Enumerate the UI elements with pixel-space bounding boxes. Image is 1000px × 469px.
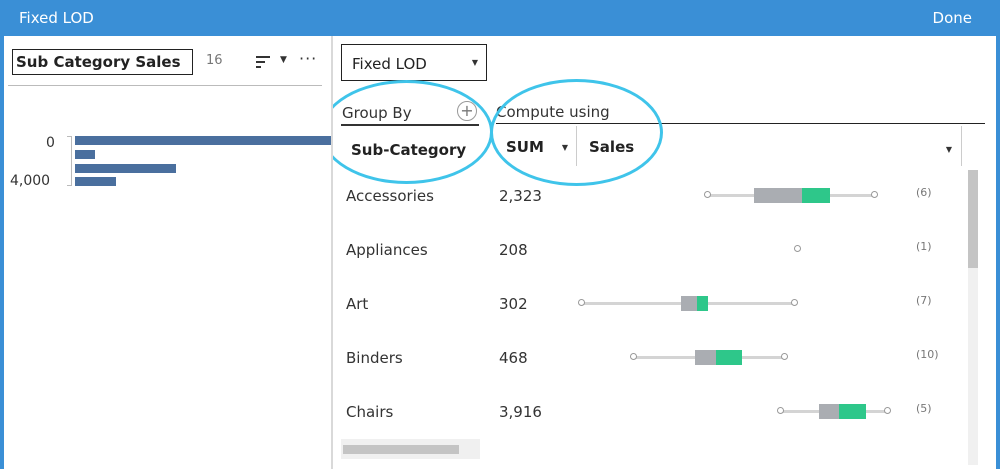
table-row[interactable]: Art 302 (7): [333, 278, 963, 332]
category-cell: Accessories: [346, 187, 434, 205]
compute-using-label: Compute using: [496, 103, 610, 121]
vertical-scrollbar[interactable]: [968, 170, 978, 465]
aggregation-value: SUM: [506, 138, 544, 156]
scrollbar-thumb[interactable]: [343, 445, 459, 454]
dialog-title: Fixed LOD: [19, 9, 94, 27]
sort-dropdown-icon[interactable]: ▼: [280, 55, 287, 65]
box-plot-lower-box: [681, 296, 697, 311]
dropdown-caret-icon: ▼: [945, 145, 952, 154]
group-by-field[interactable]: Sub-Category: [351, 141, 466, 159]
axis-tick: [67, 136, 72, 137]
histogram-tick-label: 4,000: [10, 173, 51, 189]
compute-using-divider: [496, 123, 985, 124]
box-plot-upper-box: [839, 404, 866, 419]
group-by-divider: [341, 124, 479, 126]
value-cell: 208: [499, 241, 528, 259]
box-plot-max-dot: [884, 407, 891, 414]
table-row[interactable]: Accessories 2,323 (6): [333, 170, 963, 224]
sort-icon[interactable]: [256, 56, 270, 69]
add-group-field-icon[interactable]: +: [457, 101, 477, 121]
measure-field-value: Sales: [589, 138, 635, 156]
more-options-icon[interactable]: ···: [299, 49, 317, 68]
box-plot-upper-box: [697, 296, 708, 311]
lod-editor-panel: Fixed LOD ▼ Group By + Sub-Category Comp…: [333, 36, 996, 469]
histogram-tick-label: 0: [46, 135, 55, 151]
row-count: (6): [916, 186, 932, 199]
box-plot-min-dot: [578, 299, 585, 306]
histogram-bar: [75, 150, 95, 159]
row-count: (5): [916, 402, 932, 415]
aggregation-dropdown[interactable]: SUM ▼: [496, 126, 577, 166]
category-cell: Chairs: [346, 403, 394, 421]
done-button[interactable]: Done: [933, 9, 972, 27]
box-plot-max-dot: [791, 299, 798, 306]
box-plot-lower-box: [695, 350, 716, 365]
box-plot-lower-box: [754, 188, 802, 203]
category-cell: Binders: [346, 349, 403, 367]
box-plot-min-dot: [777, 407, 784, 414]
dropdown-caret-icon: ▼: [471, 58, 478, 67]
value-cell: 302: [499, 295, 528, 313]
histogram-axis: [71, 136, 72, 186]
row-count: (7): [916, 294, 932, 307]
scrollbar-thumb[interactable]: [968, 170, 978, 268]
value-cell: 2,323: [499, 187, 542, 205]
histogram-bar: [75, 177, 116, 186]
box-plot-upper-box: [802, 188, 830, 203]
category-cell: Appliances: [346, 241, 428, 259]
value-cell: 3,916: [499, 403, 542, 421]
value-count: 16: [206, 53, 223, 68]
box-plot-min-dot: [630, 353, 637, 360]
box-plot-point: [794, 245, 801, 252]
box-plot-max-dot: [871, 191, 878, 198]
histogram-bar: [75, 164, 176, 173]
highlight-circle: [333, 80, 493, 184]
row-count: (1): [916, 240, 932, 253]
field-name-input[interactable]: [12, 49, 193, 75]
box-plot-max-dot: [781, 353, 788, 360]
group-by-label: Group By: [342, 104, 412, 122]
box-plot-lower-box: [819, 404, 839, 419]
dropdown-caret-icon: ▼: [561, 143, 568, 152]
title-bar: Fixed LOD Done: [0, 0, 1000, 36]
box-plot-upper-box: [716, 350, 742, 365]
lod-type-value: Fixed LOD: [352, 55, 427, 73]
measure-field-dropdown[interactable]: Sales ▼: [579, 126, 962, 166]
histogram-bar: [75, 136, 331, 145]
table-row[interactable]: Binders 468 (10): [333, 332, 963, 386]
value-cell: 468: [499, 349, 528, 367]
row-count: (10): [916, 348, 939, 361]
table-row[interactable]: Chairs 3,916 (5): [333, 386, 963, 440]
box-plot-min-dot: [704, 191, 711, 198]
divider: [8, 85, 322, 86]
horizontal-scrollbar[interactable]: [341, 439, 480, 459]
lod-type-dropdown[interactable]: Fixed LOD ▼: [341, 44, 487, 81]
category-cell: Art: [346, 295, 369, 313]
field-preview-panel: 16 ▼ ··· 0 4,000: [4, 36, 331, 469]
table-row[interactable]: Appliances 208 (1): [333, 224, 963, 278]
axis-tick: [67, 185, 72, 186]
